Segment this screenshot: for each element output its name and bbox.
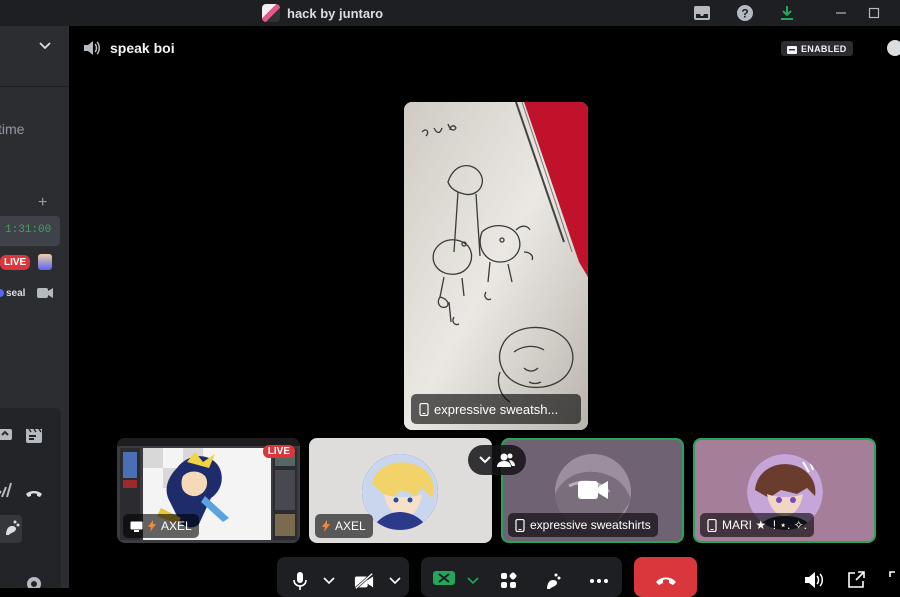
window-title-group: hack by juntaro (262, 3, 383, 23)
video-tile-label: expressive sweatsh... (411, 394, 581, 424)
voice-timer: 1:31:00 (5, 224, 52, 236)
gear-icon[interactable] (24, 574, 44, 588)
activity-icon (787, 45, 797, 54)
participant-tile[interactable]: AXEL (309, 438, 492, 543)
lightning-icon (322, 520, 330, 532)
signal-icon[interactable] (0, 480, 14, 500)
chevron-down-icon[interactable] (38, 38, 52, 52)
status-dot (0, 289, 4, 297)
sidebar-divider (0, 86, 69, 87)
maximize-icon[interactable] (863, 2, 885, 24)
soundboard-icon[interactable] (543, 571, 563, 591)
inbox-icon[interactable] (691, 2, 713, 24)
avatar (362, 454, 438, 530)
activities-icon[interactable] (499, 571, 519, 591)
camera-off-icon[interactable] (354, 571, 374, 591)
live-badge: LIVE (0, 255, 31, 270)
speaker-icon (84, 41, 100, 55)
audio-video-controls (277, 557, 409, 597)
chevron-down-icon[interactable] (319, 571, 339, 591)
svg-text:?: ? (741, 7, 748, 21)
screen-icon (130, 521, 143, 532)
help-icon[interactable]: ? (734, 2, 756, 24)
participants-toggle-button[interactable] (468, 445, 526, 475)
lightning-icon (148, 520, 156, 532)
participant-label: AXEL (315, 514, 373, 538)
volume-icon[interactable] (804, 570, 824, 590)
pop-out-icon[interactable] (846, 570, 866, 590)
voice-channel-name: speak boi (110, 40, 175, 56)
video-tile-name: expressive sweatsh... (434, 401, 559, 417)
participant-tile[interactable]: MARI ★ ️ ! ⋆. ✧. (693, 438, 876, 543)
soundboard-icon[interactable] (2, 518, 22, 538)
server-icon (262, 4, 280, 22)
mobile-phone-icon (707, 518, 717, 532)
chevron-down-icon[interactable] (463, 571, 483, 591)
activity-status-badge[interactable]: ENABLED (781, 41, 853, 56)
participant-tile[interactable]: expressive sweatshirts (501, 438, 684, 543)
chevron-down-icon (479, 456, 491, 464)
video-camera-icon (37, 288, 53, 298)
chevron-down-icon[interactable] (385, 571, 405, 591)
participant-name: MARI ★ ️ ! ⋆. ✧. (722, 518, 807, 532)
more-options-icon[interactable] (589, 571, 609, 591)
live-badge: LIVE (262, 445, 295, 458)
mobile-phone-icon (515, 518, 525, 532)
people-icon (497, 453, 515, 467)
call-header: speak boi ENABLED (69, 26, 900, 72)
participant-label: AXEL (123, 514, 199, 538)
avatar-image (362, 454, 438, 530)
add-icon[interactable]: + (38, 194, 47, 212)
voice-control-panel (0, 408, 61, 588)
screen-share-icon[interactable] (433, 571, 455, 585)
disconnect-button[interactable] (634, 557, 697, 597)
channel-name-partial[interactable]: time (0, 121, 24, 137)
download-icon[interactable] (776, 2, 798, 24)
screen-share-icon[interactable] (0, 426, 16, 446)
hang-up-icon (656, 577, 676, 585)
camera-off-icon (578, 481, 608, 499)
chat-bubble-icon[interactable] (887, 40, 900, 56)
participant-label: expressive sweatshirts (508, 513, 658, 537)
participant-label: MARI ★ ️ ! ⋆. ✧. (700, 513, 814, 537)
voice-timer-row[interactable]: 1:31:00 (0, 216, 60, 246)
title-bar: hack by juntaro ? (0, 0, 900, 26)
share-activity-controls (421, 557, 622, 597)
disconnect-icon[interactable] (24, 483, 44, 503)
mobile-phone-icon (419, 402, 429, 416)
minimize-icon[interactable] (830, 2, 852, 24)
window-title: hack by juntaro (287, 5, 384, 21)
voice-user-seal[interactable]: seal (6, 288, 25, 299)
participant-name: AXEL (161, 519, 192, 533)
fullscreen-icon[interactable] (886, 570, 900, 590)
activity-status-text: ENABLED (801, 43, 847, 54)
participant-name: expressive sweatshirts (530, 518, 651, 532)
activity-icon[interactable] (24, 426, 44, 446)
focused-video-tile[interactable]: expressive sweatsh... (404, 102, 588, 430)
sketch-video-frame (404, 102, 588, 430)
user-avatar[interactable] (38, 254, 52, 270)
participant-name: AXEL (335, 519, 366, 533)
microphone-icon[interactable] (290, 571, 310, 591)
channel-sidebar: time + 1:31:00 LIVE seal (0, 26, 69, 588)
participant-tile[interactable]: LIVE AXEL (117, 438, 300, 543)
